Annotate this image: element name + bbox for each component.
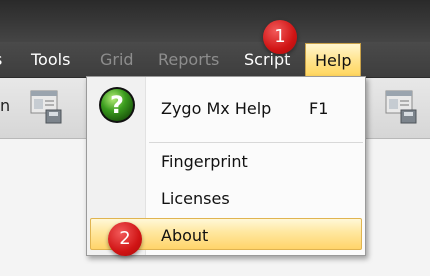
menu-partial-edge: s <box>0 42 2 77</box>
form-window-icon[interactable] <box>385 90 417 124</box>
menu-separator <box>149 142 363 143</box>
menu-help[interactable]: Help <box>305 43 362 76</box>
menu-bar: s Tools Grid Reports Script Help <box>0 42 430 78</box>
toolbar-partial-label: n <box>0 96 11 115</box>
title-bar <box>0 0 430 42</box>
help-question-icon: ? <box>99 87 135 123</box>
menu-item-zygo-mx-help[interactable]: Zygo Mx Help <box>161 99 271 118</box>
step-badge-1: 1 <box>263 20 297 54</box>
step-badge-2: 2 <box>108 222 142 256</box>
menu-item-about[interactable]: About <box>161 226 208 245</box>
menu-reports[interactable]: Reports <box>158 42 219 77</box>
form-window-icon[interactable] <box>30 90 62 124</box>
menu-item-fingerprint[interactable]: Fingerprint <box>161 152 248 171</box>
menu-tools[interactable]: Tools <box>31 42 70 77</box>
svg-text:?: ? <box>110 91 124 119</box>
shortcut-f1: F1 <box>309 99 329 118</box>
menu-item-licenses[interactable]: Licenses <box>161 189 230 208</box>
menu-grid[interactable]: Grid <box>100 42 134 77</box>
